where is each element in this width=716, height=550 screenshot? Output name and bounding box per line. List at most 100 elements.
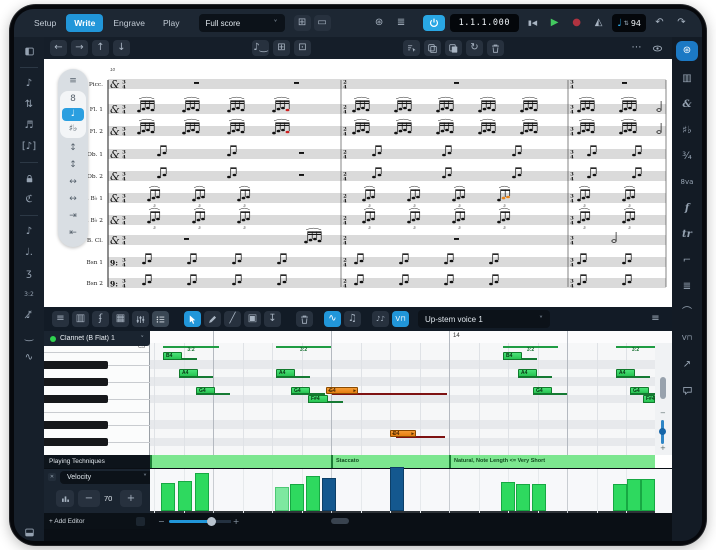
tuplet-icon[interactable]: 3:2: [18, 286, 40, 303]
cycle-repeat-icon[interactable]: ↻: [466, 40, 483, 56]
horizontal-scrollbar[interactable]: [331, 518, 349, 524]
black-key-A#4[interactable]: [44, 361, 108, 369]
lock-icon[interactable]: [18, 170, 40, 187]
anchor-tool-icon[interactable]: ↧: [264, 311, 281, 327]
extend-to-bar-icon[interactable]: ⇥: [62, 209, 84, 223]
ornaments-icon[interactable]: tr: [676, 226, 698, 243]
metronome-icon[interactable]: ◭: [590, 15, 607, 31]
piano-keys[interactable]: C5: [44, 343, 150, 455]
technique-segment[interactable]: [150, 455, 331, 468]
note-input-icon[interactable]: ♪: [18, 75, 40, 92]
delete-notes-icon[interactable]: [296, 311, 313, 327]
midi-note-B4[interactable]: B4: [503, 352, 522, 360]
notated-durations-icon[interactable]: ♫: [344, 311, 361, 327]
dynamics-icon[interactable]: f: [676, 200, 698, 217]
velocity-bar[interactable]: [501, 482, 515, 511]
delete-icon[interactable]: [487, 40, 504, 56]
articulation-icon[interactable]: ∿: [18, 349, 40, 366]
vertical-zoom-handle[interactable]: [659, 428, 666, 435]
play-button[interactable]: ▶: [546, 15, 563, 31]
midi-note-A4[interactable]: A4: [616, 369, 635, 377]
midi-note-A4[interactable]: A4: [518, 369, 537, 377]
nav-down-icon[interactable]: ↓: [113, 40, 130, 56]
velocity-bar[interactable]: [532, 484, 546, 511]
velocity-bar[interactable]: [516, 484, 530, 511]
layout-tabs-icon[interactable]: ⊞: [294, 15, 311, 31]
midi-note-G4[interactable]: G4: [196, 387, 215, 395]
grid-editor-icon[interactable]: ▦: [112, 311, 129, 327]
fermata-icon[interactable]: ⌒: [676, 304, 698, 321]
single-view-icon[interactable]: ▭: [314, 15, 331, 31]
midi-note-G4[interactable]: G4: [291, 387, 310, 395]
velocity-minus-button[interactable]: −: [78, 490, 100, 507]
line-tool-icon[interactable]: ╱: [224, 311, 241, 327]
pencil-tool-icon[interactable]: [204, 311, 221, 327]
editor-list-icon[interactable]: ≡: [52, 311, 69, 327]
faders-editor-icon[interactable]: [132, 311, 149, 327]
insert-before-icon[interactable]: ⊞: [273, 40, 290, 56]
midi-note-G4[interactable]: G4: [533, 387, 552, 395]
midi-note-D4-selected[interactable]: D4◂▸: [390, 430, 416, 438]
midi-note-G4-selected[interactable]: G4◂▸: [326, 387, 358, 395]
tie-notes-icon[interactable]: ♪‿: [252, 40, 269, 56]
black-key-D#4[interactable]: [44, 421, 108, 429]
voice-select[interactable]: Up-stem voice 1 ˅: [418, 310, 550, 328]
note-grid[interactable]: 3:23:23:23:2B4A4G4A4G4F#4G4◂▸D4◂▸B4A4G4A…: [150, 343, 655, 455]
pointer-tool-icon[interactable]: [184, 311, 201, 327]
expand-vertical-icon[interactable]: ↕: [62, 141, 84, 155]
midi-note-F#4[interactable]: F#4: [643, 395, 655, 403]
bracket-note-icon[interactable]: [♪]: [18, 138, 40, 155]
rewind-to-start-icon[interactable]: ▮◀: [524, 15, 541, 31]
tab-setup[interactable]: Setup: [26, 14, 64, 32]
velocity-bar[interactable]: [290, 484, 304, 511]
onscreen-keyboard-icon[interactable]: ▥: [676, 70, 698, 87]
velocity-bar[interactable]: [178, 481, 192, 511]
horizontal-zoom-handle[interactable]: [207, 517, 216, 526]
copy-icon[interactable]: [424, 40, 441, 56]
slash-note-icon[interactable]: ♪̸: [18, 307, 40, 324]
velocity-bar-selected[interactable]: [390, 467, 404, 511]
more-options-icon[interactable]: ⋯: [628, 40, 645, 56]
nav-right-icon[interactable]: →: [71, 40, 88, 56]
guitar-editor-icon[interactable]: ʄ: [92, 311, 109, 327]
key-signatures-icon[interactable]: ♯♭: [676, 122, 698, 139]
tie-icon[interactable]: ‿: [18, 328, 40, 345]
repeat-endings-icon[interactable]: ⌐: [676, 252, 698, 269]
velocity-bar-selected[interactable]: [322, 478, 336, 511]
horizontal-zoom-slider[interactable]: [169, 520, 215, 523]
beam-icon[interactable]: ♬: [18, 117, 40, 134]
technique-segment-natural[interactable]: Natural, Note Length <= Very Short: [449, 455, 655, 468]
frame-tool-icon[interactable]: ▣: [244, 311, 261, 327]
comments-icon[interactable]: [676, 382, 698, 399]
note-quarter-icon[interactable]: ♩: [62, 108, 84, 121]
velocity-bar[interactable]: [161, 483, 175, 511]
velocity-bar[interactable]: [641, 479, 655, 511]
clefs-icon[interactable]: &: [676, 96, 698, 113]
clef-tool-icon[interactable]: ℭ: [18, 191, 40, 208]
hub-icon[interactable]: ⊛: [371, 15, 388, 31]
velocity-plus-button[interactable]: +: [120, 490, 142, 507]
octave-lines-icon[interactable]: 8va: [676, 174, 698, 191]
contract-vertical-icon[interactable]: ↕: [62, 158, 84, 172]
barlines-icon[interactable]: ≣: [676, 278, 698, 295]
panel-toggle-icon[interactable]: [18, 43, 40, 60]
transpose-icon[interactable]: ⇅: [18, 96, 40, 113]
black-key-F#4[interactable]: [44, 395, 108, 403]
velocity-bar[interactable]: [195, 473, 209, 511]
lines-icon[interactable]: ↗: [676, 356, 698, 373]
midi-note-B4[interactable]: B4: [163, 352, 182, 360]
voice-filter-icon[interactable]: V⊓: [392, 311, 409, 327]
score-area[interactable]: Picc.&342434Fl. 1&342434Fl. 2&342434Ob. …: [44, 59, 672, 307]
velocity-bar[interactable]: [627, 479, 641, 511]
show-ties-icon[interactable]: ♪♪: [372, 311, 389, 327]
duration-eighth-icon[interactable]: 8: [62, 93, 84, 106]
tempo-display[interactable]: ♩ ⇅ 94: [612, 14, 646, 32]
redo-icon[interactable]: ↷: [673, 15, 690, 31]
velocity-select[interactable]: Velocity ˅: [60, 471, 154, 484]
zoom-out-horizontal-icon[interactable]: −: [158, 517, 165, 526]
panel-drag-handle-icon[interactable]: ≡: [647, 311, 664, 327]
activate-project-button[interactable]: [423, 15, 445, 31]
black-key-G#4[interactable]: [44, 378, 108, 386]
extend-horizontal-icon[interactable]: ↔: [62, 192, 84, 206]
played-durations-icon[interactable]: ∿: [324, 311, 341, 327]
